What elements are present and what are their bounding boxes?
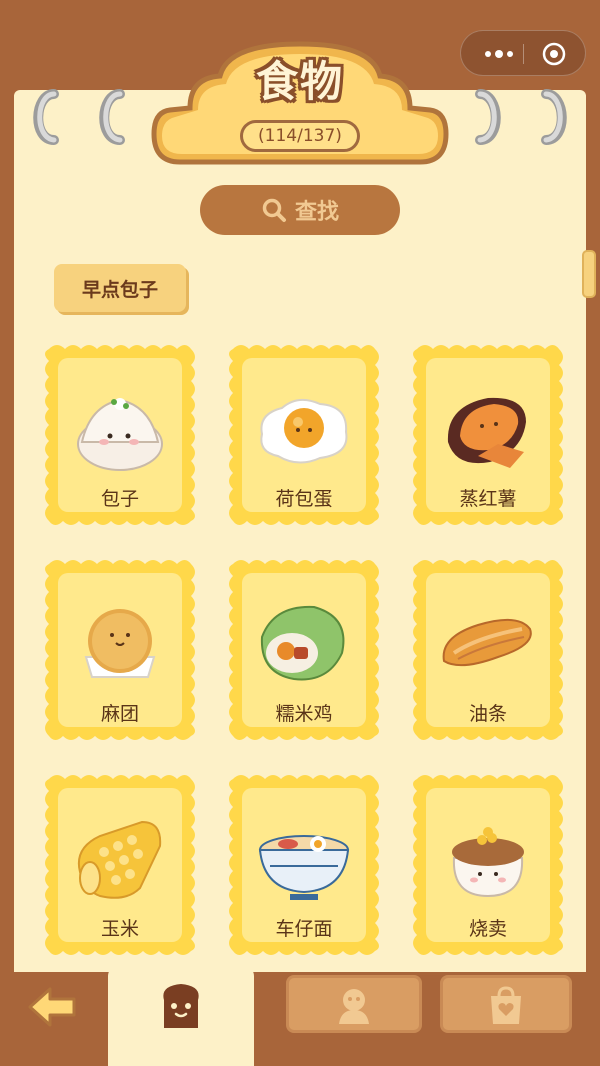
category-tag[interactable]: 早点包子	[54, 264, 186, 312]
corn-icon	[78, 820, 162, 899]
food-name: 蒸红薯	[459, 488, 517, 510]
tab-characters[interactable]	[286, 975, 422, 1033]
food-name: 玉米	[100, 918, 139, 940]
bag-icon	[491, 986, 521, 1024]
search-icon	[262, 198, 286, 222]
character-icon	[339, 989, 369, 1024]
food-name: 糯米鸡	[275, 703, 333, 725]
food-card[interactable]: 麻团	[42, 557, 198, 743]
food-card[interactable]: 糯米鸡	[226, 557, 382, 743]
scroll-handle[interactable]	[582, 250, 596, 298]
toast-icon	[163, 984, 199, 1028]
food-card[interactable]: 车仔面	[226, 772, 382, 958]
food-name: 包子	[100, 488, 139, 510]
food-card[interactable]: 蒸红薯	[410, 342, 566, 528]
more-menu-icon[interactable]	[479, 42, 519, 66]
food-name: 荷包蛋	[275, 488, 333, 510]
food-card[interactable]: 玉米	[42, 772, 198, 958]
close-target-icon[interactable]	[541, 41, 567, 67]
miniprogram-capsule	[460, 30, 586, 76]
food-card[interactable]: 包子	[42, 342, 198, 528]
tab-bag[interactable]	[440, 975, 572, 1033]
shumai-icon	[452, 827, 524, 898]
collection-count: (114/137)	[240, 120, 360, 152]
search-button[interactable]: 查找	[200, 185, 400, 235]
youtiao-icon	[442, 618, 532, 667]
fried-egg-icon	[260, 398, 348, 464]
back-arrow-icon[interactable]	[26, 985, 78, 1029]
food-card[interactable]: 荷包蛋	[226, 342, 382, 528]
food-card[interactable]: 油条	[410, 557, 566, 743]
capsule-divider	[523, 44, 524, 64]
tab-food[interactable]	[108, 966, 254, 1066]
food-name: 油条	[468, 703, 507, 725]
food-name: 麻团	[100, 703, 139, 725]
search-label: 查找	[294, 200, 339, 225]
sweet-potato-icon	[447, 397, 526, 468]
sesame-ball-icon	[84, 609, 156, 678]
food-name: 车仔面	[275, 918, 333, 940]
food-card[interactable]: 烧卖	[410, 772, 566, 958]
food-name: 烧卖	[468, 918, 507, 940]
lotus-rice-icon	[260, 605, 345, 681]
noodle-bowl-icon	[258, 835, 350, 900]
baozi-icon	[77, 398, 163, 471]
